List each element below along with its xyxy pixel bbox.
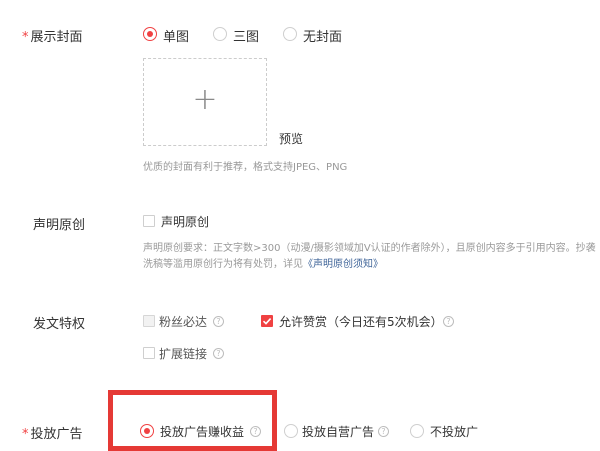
original-label: 声明原创	[33, 218, 86, 233]
cover-option-none-label: 无封面	[303, 30, 343, 45]
original-hint-line2: 洗稿等滥用原创行为将有处罚，详见《声明原创须知》	[143, 255, 383, 270]
cover-option-single[interactable]: 单图	[143, 26, 203, 45]
radio-unchecked-icon	[213, 27, 227, 41]
radio-checked-icon	[140, 424, 154, 438]
cover-label-text: 展示封面	[30, 30, 83, 45]
ads-option-none-label: 不投放广	[430, 425, 479, 439]
checkbox-disabled-icon	[143, 315, 155, 327]
ads-option-own[interactable]: 投放自营广告 ?	[284, 423, 396, 439]
checkbox-icon	[143, 215, 155, 227]
help-icon[interactable]: ?	[213, 316, 224, 327]
ads-label: * 投放广告	[22, 423, 83, 442]
ads-option-own-label: 投放自营广告	[302, 425, 375, 439]
cover-hint: 优质的封面有利于推荐，格式支持JPEG、PNG	[143, 162, 348, 173]
extend-link-checkbox[interactable]: 扩展链接 ?	[143, 345, 233, 361]
ads-label-text: 投放广告	[30, 427, 83, 442]
ads-option-earn[interactable]: 投放广告赚收益 ?	[140, 423, 265, 439]
ads-option-none[interactable]: 不投放广	[410, 423, 490, 439]
cover-option-single-label: 单图	[163, 30, 190, 45]
preview-link[interactable]: 预览	[279, 130, 303, 147]
original-checkbox-label: 声明原创	[161, 215, 210, 229]
privileges-label: 发文特权	[33, 317, 86, 332]
original-hint-line1: 声明原创要求：正文字数>300（动漫/摄影领域加V认证的作者除外），且原创内容多…	[143, 243, 596, 254]
cover-upload-box[interactable]: +	[143, 58, 267, 146]
cover-option-none[interactable]: 无封面	[283, 26, 353, 45]
checkmark-icon	[262, 318, 272, 325]
cover-option-three[interactable]: 三图	[213, 26, 273, 45]
highlight-frame	[108, 390, 277, 451]
fans-reach-label: 粉丝必达	[159, 315, 208, 329]
help-icon[interactable]: ?	[443, 316, 454, 327]
checkbox-icon	[143, 347, 155, 359]
original-hint-prefix: 洗稿等滥用原创行为将有处罚，详见	[143, 259, 303, 270]
allow-reward-checkbox[interactable]: 允许赞赏（今日还有5次机会） ?	[261, 313, 461, 329]
fans-reach-checkbox[interactable]: 粉丝必达 ?	[143, 313, 233, 329]
required-mark: *	[22, 427, 29, 442]
cover-option-three-label: 三图	[233, 30, 260, 45]
checkbox-checked-icon	[261, 315, 273, 327]
help-icon[interactable]: ?	[213, 348, 224, 359]
original-checkbox[interactable]: 声明原创	[143, 213, 243, 229]
original-rules-link[interactable]: 《声明原创须知》	[303, 259, 383, 270]
radio-unchecked-icon	[283, 27, 297, 41]
article-publish-settings: * 展示封面 单图 三图 无封面 + 预览 优质的封面有利于推荐，格式支持JPEG…	[0, 0, 600, 451]
ads-option-earn-label: 投放广告赚收益	[160, 425, 245, 439]
extend-link-label: 扩展链接	[159, 347, 208, 361]
radio-unchecked-icon	[410, 424, 424, 438]
radio-checked-icon	[143, 27, 157, 41]
help-icon[interactable]: ?	[378, 426, 389, 437]
help-icon[interactable]: ?	[250, 426, 261, 437]
plus-icon: +	[192, 82, 218, 117]
required-mark: *	[22, 30, 29, 45]
cover-label: * 展示封面	[22, 26, 83, 45]
radio-unchecked-icon	[284, 424, 298, 438]
allow-reward-label: 允许赞赏（今日还有5次机会）	[279, 315, 443, 329]
